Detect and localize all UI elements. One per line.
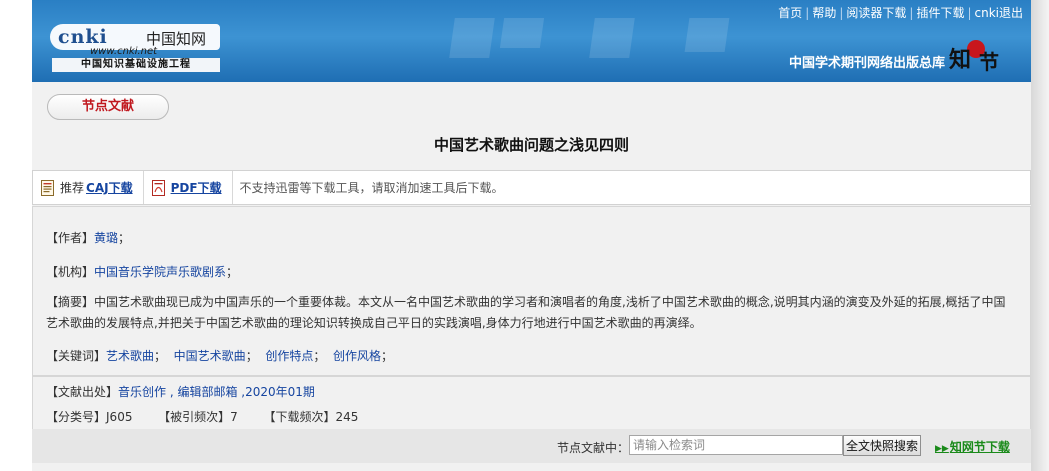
cited-label: 【被引频次】: [158, 410, 231, 424]
link-separator: |: [967, 6, 972, 20]
separator: ；: [118, 231, 131, 245]
article-metadata: 【作者】黄璐； 【机构】中国音乐学院声乐歌剧系； 【摘要】中国艺术歌曲现已成为中…: [32, 206, 1031, 376]
logo-brand: cnki: [58, 26, 108, 48]
download-bar: 推荐 CAJ下载 PDF下载 不支持迅雷等下载工具，请取消加速工具后下载。: [32, 170, 1031, 205]
source-row: 【文献出处】音乐创作 , 编辑部邮箱 ,2020年01期: [46, 383, 315, 400]
zhiwangjie-logo: 知 节: [949, 40, 1003, 74]
stats-row: 【分类号】J605 【被引频次】7 【下载频次】245: [46, 408, 358, 425]
separator: ；: [226, 265, 239, 279]
pdf-file-icon: [151, 179, 165, 196]
top-links: 首页 | 帮助 | 阅读器下载 | 插件下载 | cnki退出: [778, 4, 1023, 21]
header-decoration: [449, 18, 495, 58]
keyword-link[interactable]: 创作特点: [265, 349, 313, 363]
header-decoration: [684, 18, 730, 52]
header-decoration: [499, 18, 545, 48]
link-separator: |: [805, 6, 810, 20]
caj-download-cell: 推荐 CAJ下载: [33, 171, 144, 204]
download-count-label: 【下载频次】: [263, 410, 336, 424]
institution-row: 【机构】中国音乐学院声乐歌剧系；: [46, 263, 238, 280]
institution-link[interactable]: 中国音乐学院声乐歌剧系: [94, 265, 226, 279]
author-row: 【作者】黄璐；: [46, 229, 130, 246]
site-header: 首页 | 帮助 | 阅读器下载 | 插件下载 | cnki退出 cnki 中国知网 www.cn…: [32, 0, 1031, 82]
logo-tagline: 中国知识基础设施工程: [52, 58, 220, 72]
header-decoration: [589, 18, 635, 58]
fulltext-search-button[interactable]: 全文快照搜索: [843, 435, 921, 456]
help-link[interactable]: 帮助: [812, 6, 836, 20]
source-label: 【文献出处】: [46, 385, 119, 399]
publisher-name: 中国学术期刊网络出版总库: [788, 56, 945, 71]
page-edge-shadow: [1031, 0, 1049, 471]
caj-download-link[interactable]: CAJ下载: [86, 179, 133, 196]
search-label: 节点文献中：: [557, 441, 630, 455]
source-journal-link[interactable]: 音乐创作 , 编辑部邮箱 ,2020年01期: [118, 385, 315, 399]
separator: ；: [154, 349, 174, 363]
keyword-link[interactable]: 艺术歌曲: [106, 349, 154, 363]
author-label: 【作者】: [46, 231, 95, 245]
download-note: 不支持迅雷等下载工具，请取消加速工具后下载。: [239, 181, 504, 195]
main-content: 节点文献 中国艺术歌曲问题之浅见四则 推荐 CAJ下载 PDF下载 不支持迅雷等…: [32, 82, 1031, 471]
logo-url: www.cnki.net: [90, 46, 158, 57]
search-bar: 节点文献中： 全文快照搜索 ▶▶知网节下载: [32, 429, 1031, 463]
mark-char: 知: [949, 47, 972, 73]
link-separator: |: [839, 6, 844, 20]
separator: ；: [381, 349, 394, 363]
download-count: 245: [335, 410, 359, 424]
separator: ；: [313, 349, 333, 363]
keyword-link[interactable]: 中国艺术歌曲: [174, 349, 246, 363]
caj-file-icon: [41, 179, 54, 196]
keywords-row: 【关键词】艺术歌曲； 中国艺术歌曲； 创作特点； 创作风格；: [46, 347, 393, 364]
abstract-text: 中国艺术歌曲现已成为中国声乐的一个重要体裁。本文从一名中国艺术歌曲的学习者和演唱…: [46, 295, 1006, 330]
plugin-download-link[interactable]: 插件下载: [916, 6, 964, 20]
pdf-download-cell: PDF下载: [144, 171, 233, 204]
source-info: 【文献出处】音乐创作 , 编辑部邮箱 ,2020年01期 【分类号】J605 【…: [32, 376, 1031, 431]
logout-link[interactable]: cnki退出: [975, 6, 1024, 20]
recommend-label: 推荐: [60, 181, 85, 195]
pdf-download-link[interactable]: PDF下载: [171, 179, 222, 196]
section-tag: 节点文献: [47, 94, 169, 120]
link-separator: |: [909, 6, 914, 20]
reader-download-link[interactable]: 阅读器下载: [846, 6, 906, 20]
keyword-link[interactable]: 创作风格: [333, 349, 381, 363]
keywords-label: 【关键词】: [46, 349, 107, 363]
author-link[interactable]: 黄璐: [94, 231, 118, 245]
abstract-row: 【摘要】中国艺术歌曲现已成为中国声乐的一个重要体裁。本文从一名中国艺术歌曲的学习…: [46, 292, 1008, 334]
home-link[interactable]: 首页: [778, 6, 802, 20]
cited-count: 7: [230, 410, 238, 424]
class-value: J605: [106, 410, 133, 424]
abstract: 【摘要】中国艺术歌曲现已成为中国声乐的一个重要体裁。本文从一名中国艺术歌曲的学习…: [46, 292, 1008, 334]
class-label: 【分类号】: [46, 410, 107, 424]
institution-label: 【机构】: [46, 265, 95, 279]
article-title: 中国艺术歌曲问题之浅见四则: [433, 136, 629, 154]
double-arrow-icon: ▶▶: [935, 444, 949, 454]
cnki-logo[interactable]: cnki 中国知网 www.cnki.net 中国知识基础设施工程: [50, 24, 225, 76]
cnki-node-download-link[interactable]: ▶▶知网节下载: [935, 438, 1010, 455]
abstract-label: 【摘要】: [46, 295, 95, 309]
mark-char: 节: [979, 50, 999, 74]
cnki-node-download-label: 知网节下载: [949, 440, 1010, 454]
search-input[interactable]: [629, 435, 843, 455]
separator: ；: [245, 349, 266, 363]
